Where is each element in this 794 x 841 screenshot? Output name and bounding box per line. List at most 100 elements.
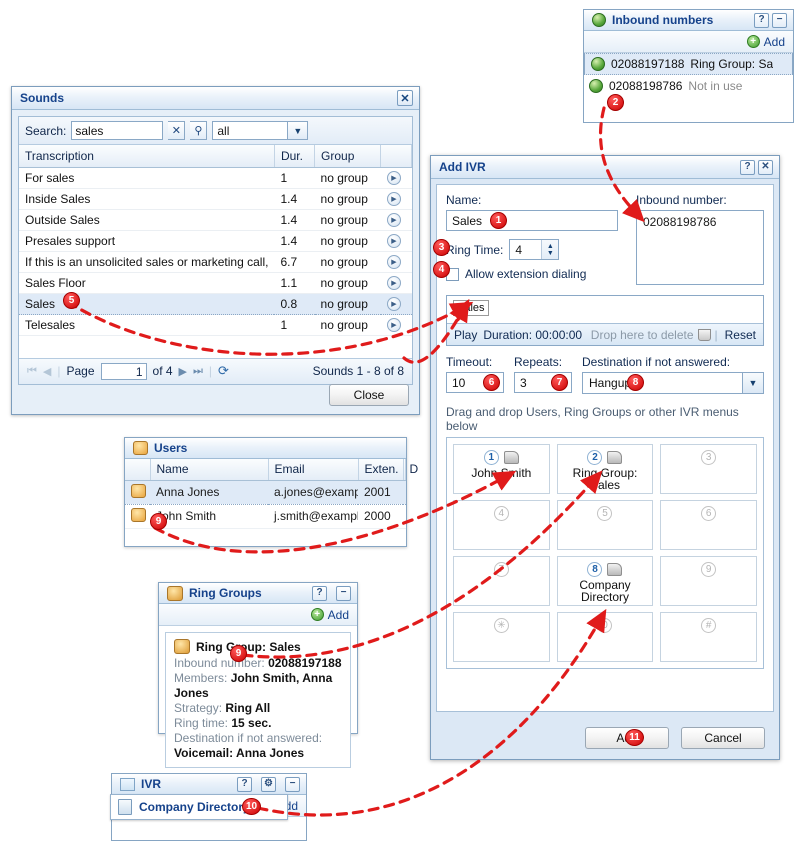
- next-page-icon[interactable]: ▶: [179, 365, 187, 378]
- help-icon[interactable]: ?: [740, 159, 755, 175]
- ivr-key-4[interactable]: 4: [453, 500, 550, 550]
- table-row[interactable]: Sales Floor 1.1 no group ▶: [19, 272, 412, 294]
- reset-button[interactable]: Reset: [725, 328, 756, 342]
- cell-play: ▶: [380, 272, 412, 294]
- ring-time-value[interactable]: 4: [510, 240, 541, 259]
- ivr-key-3[interactable]: 3: [660, 444, 757, 494]
- ring-groups-toolbar: + Add: [159, 604, 357, 626]
- group-filter-select[interactable]: all ▼: [212, 121, 309, 140]
- add-plus-icon[interactable]: +: [310, 608, 324, 621]
- refresh-icon[interactable]: ⟳: [218, 363, 229, 379]
- ivr-key-5[interactable]: 5: [556, 500, 654, 550]
- table-row[interactable]: Outside Sales 1.4 no group ▶: [19, 209, 412, 231]
- chevron-down-icon[interactable]: ▼: [287, 122, 308, 139]
- ring-time-label: Ring time:: [174, 716, 229, 730]
- ivr-key-6[interactable]: 6: [660, 500, 757, 550]
- chevron-down-icon[interactable]: ▼: [742, 373, 763, 393]
- table-row-selected[interactable]: Anna Jones a.jones@example.c 2001: [125, 479, 406, 505]
- col-name[interactable]: Name: [150, 459, 269, 481]
- col-extension[interactable]: Exten.: [358, 459, 404, 481]
- close-icon[interactable]: ✕: [758, 159, 773, 175]
- play-icon[interactable]: ▶: [386, 234, 401, 248]
- gear-icon[interactable]: ⚙: [261, 776, 276, 792]
- last-page-icon[interactable]: ⏭: [193, 365, 203, 378]
- page-input[interactable]: 1: [100, 362, 147, 380]
- ivr-key-2[interactable]: 2 Ring Group: Sales: [556, 444, 654, 494]
- col-d[interactable]: D: [403, 459, 418, 481]
- search-input[interactable]: sales: [71, 121, 164, 140]
- ivr-key-9[interactable]: 9: [660, 556, 757, 606]
- table-row[interactable]: Presales support 1.4 no group ▶: [19, 230, 412, 252]
- sounds-footer: Close: [329, 384, 409, 406]
- prev-page-icon[interactable]: ◀: [43, 365, 51, 378]
- add-ivr-dialog: Add IVR ? ✕ Name: Sales Ring Time: 4 ▲▼: [430, 155, 780, 760]
- col-dur[interactable]: Dur.: [274, 145, 316, 168]
- col-group[interactable]: Group: [314, 145, 382, 168]
- cancel-button[interactable]: Cancel: [681, 727, 765, 749]
- trash-icon[interactable]: [697, 328, 711, 341]
- name-input[interactable]: Sales: [446, 210, 618, 231]
- ivr-titlebar: IVR ? ⚙ −: [112, 774, 306, 795]
- ivr-keypad: 1 John Smith 2 Ring Group: Sales 3 4 5 6…: [446, 437, 764, 669]
- play-icon[interactable]: ▶: [386, 297, 401, 311]
- ivr-key-hash[interactable]: #: [660, 612, 757, 662]
- sound-dropzone[interactable]: Sales: [447, 296, 763, 323]
- table-row[interactable]: Telesales 1 no group ▶: [19, 314, 412, 336]
- play-icon[interactable]: ▶: [386, 213, 401, 227]
- close-button[interactable]: Close: [329, 384, 409, 406]
- cell-group: no group: [314, 188, 381, 210]
- key-header: #: [701, 618, 717, 633]
- table-row[interactable]: Inside Sales 1.4 no group ▶: [19, 188, 412, 210]
- col-email[interactable]: Email: [268, 459, 359, 481]
- play-icon[interactable]: ▶: [386, 192, 401, 206]
- table-row[interactable]: For sales 1 no group ▶: [19, 167, 412, 189]
- ivr-key-7[interactable]: 7: [453, 556, 550, 606]
- minimize-icon[interactable]: −: [772, 12, 787, 28]
- table-row[interactable]: If this is an unsolicited sales or marke…: [19, 251, 412, 273]
- destination-value: Hangup: [589, 376, 632, 390]
- stepper-arrows-icon[interactable]: ▲ ▼: [541, 240, 559, 259]
- inbound-number-dropzone[interactable]: 02088198786: [636, 210, 764, 285]
- help-icon[interactable]: ?: [312, 585, 327, 601]
- help-icon[interactable]: ?: [754, 12, 769, 28]
- play-icon[interactable]: ▶: [386, 255, 401, 269]
- ivr-key-1[interactable]: 1 John Smith: [453, 444, 550, 494]
- callout-11: 11: [625, 729, 644, 746]
- ivr-key-8[interactable]: 8 Company Directory: [556, 556, 654, 606]
- table-row[interactable]: John Smith j.smith@example.c 2000: [125, 504, 406, 529]
- ivr-key-0[interactable]: 0: [556, 612, 654, 662]
- sound-chip[interactable]: Sales: [453, 300, 489, 316]
- key-assignment: John Smith: [471, 466, 532, 480]
- ivr-company-directory-item[interactable]: Company Directory: [110, 794, 288, 820]
- first-page-icon[interactable]: ⏮: [27, 365, 37, 378]
- inbound-row-1[interactable]: 02088197188 Ring Group: Sa: [584, 53, 793, 75]
- cell-transcription: If this is an unsolicited sales or marke…: [19, 251, 275, 273]
- col-transcription[interactable]: Transcription: [19, 145, 275, 168]
- play-button[interactable]: Play: [454, 328, 477, 342]
- minimize-icon[interactable]: −: [285, 776, 300, 792]
- clear-search-icon[interactable]: ✕: [168, 121, 186, 140]
- cell-email: a.jones@example.c: [268, 479, 358, 505]
- play-icon[interactable]: ▶: [386, 276, 401, 290]
- add-plus-icon[interactable]: +: [746, 35, 760, 48]
- callout-7: 7: [551, 374, 568, 391]
- cell-transcription: Sales: [19, 293, 275, 315]
- destination-select[interactable]: Hangup ▼: [582, 372, 764, 394]
- play-icon[interactable]: ▶: [386, 171, 401, 185]
- ring-group-card[interactable]: Ring Group: Sales Inbound number: 020881…: [165, 632, 351, 768]
- help-icon[interactable]: ?: [237, 776, 252, 792]
- play-icon[interactable]: ▶: [386, 318, 401, 332]
- ring-time-stepper[interactable]: 4 ▲ ▼: [509, 239, 560, 260]
- allow-extension-dialing-row[interactable]: Allow extension dialing: [446, 267, 618, 281]
- ring-groups-add-button[interactable]: Add: [328, 608, 349, 622]
- callout-2: 2: [607, 94, 624, 111]
- repeats-label: Repeats:: [514, 355, 563, 369]
- minimize-icon[interactable]: −: [336, 585, 351, 601]
- inbound-add-button[interactable]: Add: [764, 35, 785, 49]
- close-icon[interactable]: ✕: [397, 90, 413, 106]
- callout-8: 8: [627, 374, 644, 391]
- search-icon[interactable]: ⚲: [190, 121, 208, 140]
- ivr-key-star[interactable]: ✳: [453, 612, 550, 662]
- ivr-panel: IVR ? ⚙ − + Add Company Directory: [110, 773, 307, 841]
- ring-time-value: 15 sec.: [231, 716, 272, 730]
